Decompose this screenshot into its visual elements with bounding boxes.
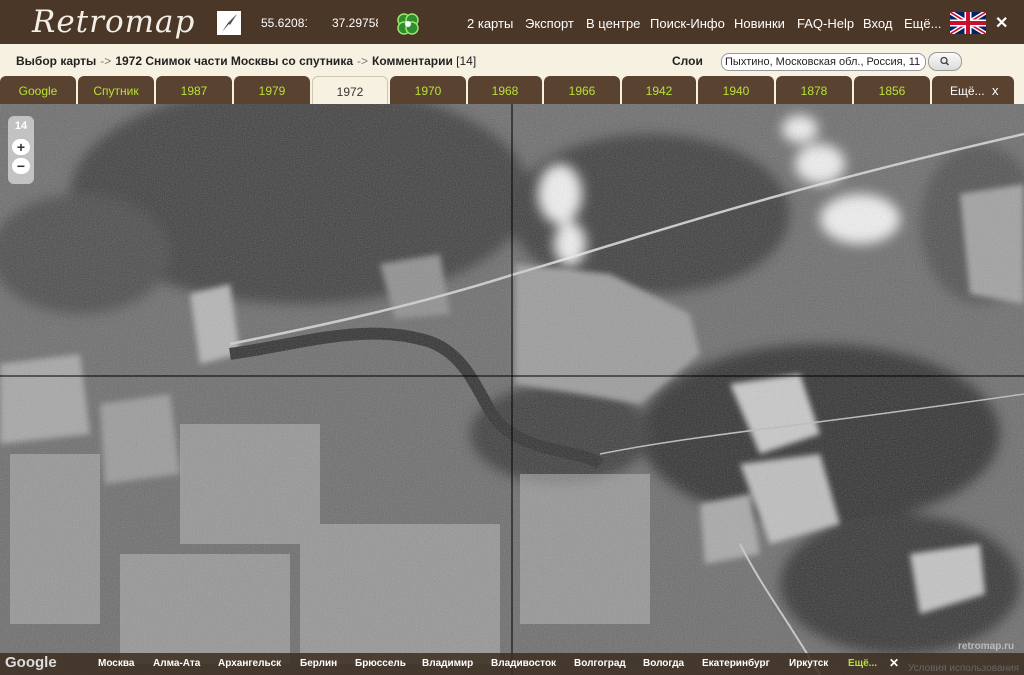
satellite-image [0, 104, 1024, 675]
breadcrumb-comments[interactable]: Комментарии [372, 54, 453, 68]
breadcrumb: Выбор карты -> 1972 Снимок части Москвы со… [16, 54, 476, 68]
breadcrumb-map-title[interactable]: 1972 Снимок части Москвы со спутника [115, 54, 353, 68]
close-icon[interactable]: ✕ [995, 13, 1008, 33]
city-link[interactable]: Москва [98, 658, 134, 669]
menu-two-maps[interactable]: 2 карты [467, 16, 513, 31]
menu-search-info[interactable]: Поиск-Инфо [650, 16, 725, 31]
menu-faq-help[interactable]: FAQ-Help [797, 16, 854, 31]
tab-1856[interactable]: 1856 [854, 76, 930, 104]
longitude-readout: 37.29758 [332, 16, 378, 30]
tab-more[interactable]: Ещё... [932, 76, 1014, 104]
retromap-watermark: retromap.ru [958, 641, 1015, 652]
tab-1966[interactable]: 1966 [544, 76, 620, 104]
tab-1972[interactable]: 1972 [312, 76, 388, 104]
city-link[interactable]: Брюссель [355, 658, 406, 669]
search-button[interactable] [928, 52, 962, 71]
city-link[interactable]: Волгоград [574, 658, 626, 669]
city-link[interactable]: Вологда [643, 658, 684, 669]
tab-1987[interactable]: 1987 [156, 76, 232, 104]
google-logo: Google [5, 654, 57, 671]
cities-more-link[interactable]: Ещё... [848, 658, 877, 669]
search-icon [940, 56, 950, 66]
tab-1968[interactable]: 1968 [468, 76, 542, 104]
latitude-readout: 55.62081 [261, 16, 307, 30]
zoom-out-button[interactable]: − [12, 158, 30, 174]
city-link[interactable]: Екатеринбург [702, 658, 770, 669]
comments-count: [14] [456, 54, 477, 68]
menu-login[interactable]: Вход [863, 16, 892, 31]
city-link[interactable]: Владимир [422, 658, 473, 669]
terms-link[interactable]: Условия использования [908, 663, 1019, 674]
city-link[interactable]: Архангельск [218, 658, 281, 669]
tab-1940[interactable]: 1940 [698, 76, 774, 104]
retromap-logo[interactable]: Retromap [32, 4, 195, 40]
close-icon[interactable]: ✕ [889, 656, 899, 670]
city-link[interactable]: Берлин [300, 658, 337, 669]
breadcrumb-select-map[interactable]: Выбор карты [16, 54, 96, 68]
tab-1878[interactable]: 1878 [776, 76, 852, 104]
layers-label[interactable]: Слои [672, 54, 703, 68]
tab-google[interactable]: Google [0, 76, 76, 104]
zoom-level: 14 [14, 120, 28, 132]
tab-1979[interactable]: 1979 [234, 76, 310, 104]
city-link[interactable]: Иркутск [789, 658, 828, 669]
breadcrumb-separator: -> [100, 54, 112, 68]
clover-icon[interactable] [395, 11, 421, 37]
map-tabs: Google Спутник 1987 1979 1972 1970 1968 … [0, 74, 1024, 104]
satellite-map[interactable] [0, 104, 1024, 675]
city-link[interactable]: Владивосток [491, 658, 556, 669]
tab-1942[interactable]: 1942 [622, 76, 696, 104]
uk-flag-icon[interactable] [948, 10, 988, 36]
top-bar: Retromap 55.62081 37.29758 2 карты Экспо… [0, 0, 1024, 44]
place-search-input[interactable] [721, 53, 926, 71]
breadcrumb-separator: -> [357, 54, 369, 68]
menu-news[interactable]: Новинки [734, 16, 785, 31]
tab-1970[interactable]: 1970 [390, 76, 466, 104]
menu-center[interactable]: В центре [586, 16, 640, 31]
navigation-arrow-icon[interactable] [217, 11, 241, 35]
zoom-in-button[interactable]: + [12, 139, 30, 155]
tabs-close-icon[interactable]: x [992, 76, 999, 106]
city-link[interactable]: Алма-Ата [153, 658, 200, 669]
menu-export[interactable]: Экспорт [525, 16, 574, 31]
tab-satellite[interactable]: Спутник [78, 76, 154, 104]
menu-more[interactable]: Ещё... [904, 16, 941, 31]
